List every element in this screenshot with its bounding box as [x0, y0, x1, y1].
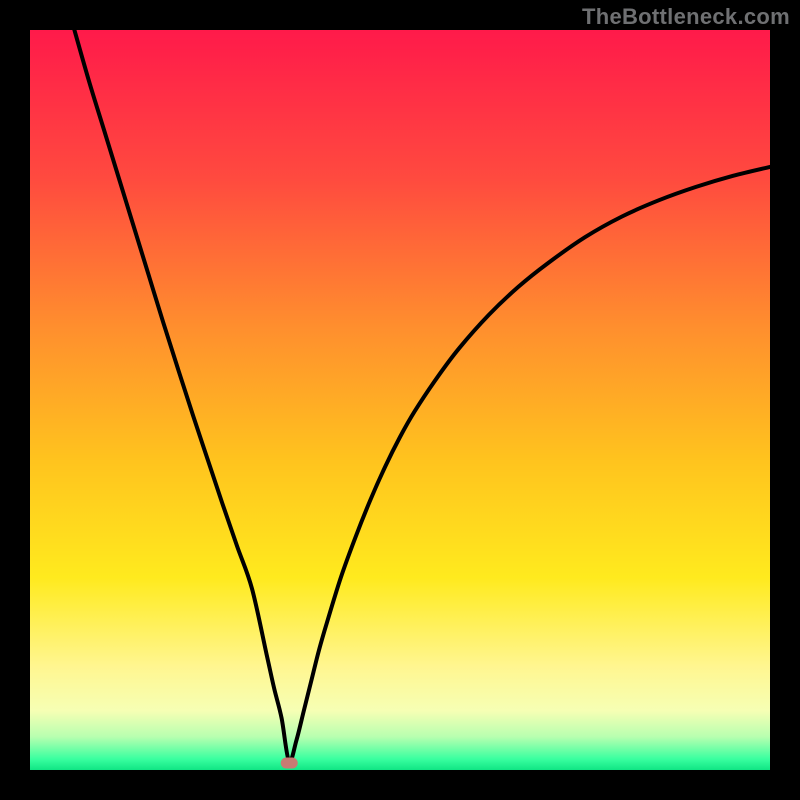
- curve-layer: [30, 30, 770, 770]
- watermark-text: TheBottleneck.com: [582, 4, 790, 30]
- plot-area: [30, 30, 770, 770]
- bottleneck-curve: [74, 30, 770, 762]
- chart-frame: TheBottleneck.com: [0, 0, 800, 800]
- optimal-point-marker: [281, 757, 298, 768]
